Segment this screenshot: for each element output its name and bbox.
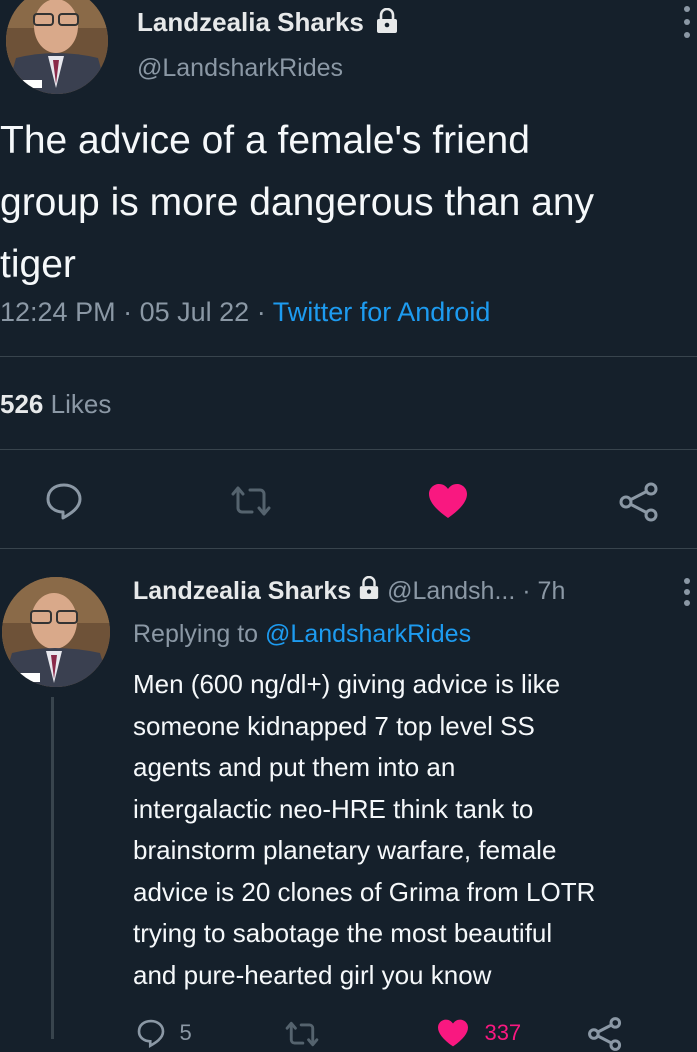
reply-header: Landzealia Sharks @Landsh... · 7h xyxy=(133,575,565,609)
more-vertical-icon[interactable] xyxy=(683,5,691,39)
meta-separator: · xyxy=(256,297,266,327)
lock-icon xyxy=(375,7,399,41)
reply-text-line: and pure-hearted girl you know xyxy=(133,959,492,990)
divider xyxy=(0,356,697,357)
reply-action-like[interactable]: 337 xyxy=(436,1018,521,1048)
heart-icon xyxy=(436,1018,470,1048)
replying-handle[interactable]: @LandsharkRides xyxy=(265,620,471,648)
main-tweet-text: The advice of a female's friend group is… xyxy=(0,110,594,296)
more-vertical-icon[interactable] xyxy=(683,577,691,607)
tweet-meta: 12:24 PM · 05 Jul 22 · Twitter for Andro… xyxy=(0,295,490,329)
reply-text-line: Men (600 ng/dl+) giving advice is like xyxy=(133,669,561,699)
tweet-text-line: group is more dangerous than any xyxy=(0,181,595,224)
retweet-icon[interactable] xyxy=(228,483,274,519)
retweet-icon[interactable] xyxy=(283,1019,321,1049)
like-count: 337 xyxy=(484,1020,522,1045)
likes-count: 526 xyxy=(0,389,44,419)
replying-prefix: Replying to xyxy=(133,620,259,648)
reply-text-line: advice is 20 clones of Grima from LOTR xyxy=(133,876,596,907)
tweet-date[interactable]: 05 Jul 22 xyxy=(140,297,250,327)
main-author-handle[interactable]: @LandsharkRides xyxy=(137,53,343,83)
divider xyxy=(0,449,697,450)
thread-line xyxy=(51,697,54,1039)
reply-text-line: agents and put them into an xyxy=(133,752,456,782)
reply-icon[interactable] xyxy=(44,481,84,521)
tweet-time[interactable]: 12:24 PM xyxy=(0,297,116,327)
reply-action-reply[interactable]: 5 xyxy=(135,1018,192,1048)
reply-text-line: someone kidnapped 7 top level SS xyxy=(133,710,535,741)
share-icon[interactable] xyxy=(616,481,662,523)
reply-text-line: brainstorm planetary warfare, female xyxy=(133,835,557,865)
main-avatar[interactable] xyxy=(6,0,108,94)
reply-tweet-text: Men (600 ng/dl+) giving advice is like s… xyxy=(133,664,595,996)
reply-icon xyxy=(135,1018,167,1048)
meta-separator: · xyxy=(123,297,133,327)
tweet-text-line: tiger xyxy=(0,243,76,286)
likes-label: Likes xyxy=(50,389,112,419)
replying-to: Replying to @LandsharkRides xyxy=(133,617,471,651)
author-name-text: Landzealia Sharks xyxy=(137,7,364,37)
avatar-photo xyxy=(6,0,108,94)
time-separator: · xyxy=(522,577,531,605)
likes-stat[interactable]: 526 Likes xyxy=(0,387,111,421)
reply-text-line: trying to sabotage the most beautiful xyxy=(133,918,553,948)
share-icon[interactable] xyxy=(585,1016,625,1052)
reply-text-line: intergalactic neo-HRE think tank to xyxy=(133,793,534,824)
avatar-photo xyxy=(2,577,110,687)
tweet-source[interactable]: Twitter for Android xyxy=(273,297,491,327)
tweet-text-line: The advice of a female's friend xyxy=(0,119,530,162)
reply-author-handle[interactable]: @Landsh... xyxy=(387,577,515,605)
lock-icon xyxy=(358,575,380,609)
reply-avatar[interactable] xyxy=(2,577,110,687)
main-author-name[interactable]: Landzealia Sharks xyxy=(137,6,399,41)
divider xyxy=(0,548,697,549)
reply-count: 5 xyxy=(179,1020,192,1045)
heart-icon[interactable] xyxy=(427,482,469,520)
reply-time[interactable]: 7h xyxy=(538,577,566,605)
reply-author-name[interactable]: Landzealia Sharks xyxy=(133,577,351,605)
